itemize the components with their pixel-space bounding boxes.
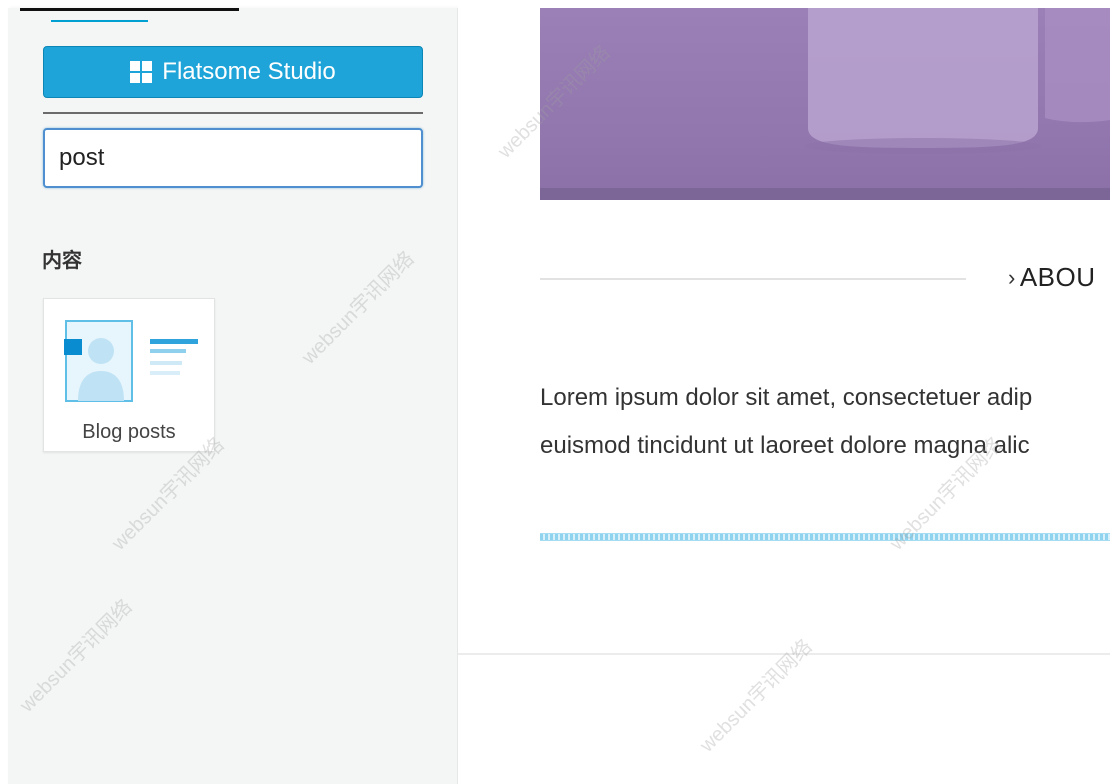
element-card-blog-posts[interactable]: Blog posts bbox=[43, 298, 215, 452]
element-search-input[interactable] bbox=[43, 128, 423, 188]
flatsome-studio-label: Flatsome Studio bbox=[162, 58, 336, 85]
top-bar bbox=[20, 8, 239, 11]
hero-photo-shapes bbox=[540, 8, 1110, 200]
paragraph-line: Lorem ipsum dolor sit amet, consectetuer… bbox=[540, 384, 1033, 411]
active-tab-indicator bbox=[51, 20, 148, 22]
builder-sidebar: Flatsome Studio 内容 Blog posts bbox=[8, 8, 458, 784]
section-divider bbox=[540, 278, 966, 280]
section-title[interactable]: › ABOU bbox=[1008, 262, 1096, 293]
element-card-label: Blog posts bbox=[82, 421, 176, 443]
blog-posts-icon bbox=[64, 320, 198, 402]
dotted-divider[interactable] bbox=[540, 533, 1110, 541]
section-title-text: ABOU bbox=[1019, 262, 1096, 292]
hero-image[interactable] bbox=[540, 8, 1110, 200]
footer-divider bbox=[458, 653, 1110, 655]
section-heading-content: 内容 bbox=[42, 250, 82, 272]
sidebar-divider bbox=[43, 112, 423, 114]
chevron-right-icon: › bbox=[1008, 264, 1016, 290]
grid-icon bbox=[130, 61, 153, 83]
page-preview: › ABOU Lorem ipsum dolor sit amet, conse… bbox=[458, 0, 1110, 784]
paragraph[interactable]: Lorem ipsum dolor sit amet, consectetuer… bbox=[540, 374, 1110, 470]
paragraph-line: euismod tincidunt ut laoreet dolore magn… bbox=[540, 432, 1030, 459]
flatsome-studio-button[interactable]: Flatsome Studio bbox=[43, 46, 423, 98]
